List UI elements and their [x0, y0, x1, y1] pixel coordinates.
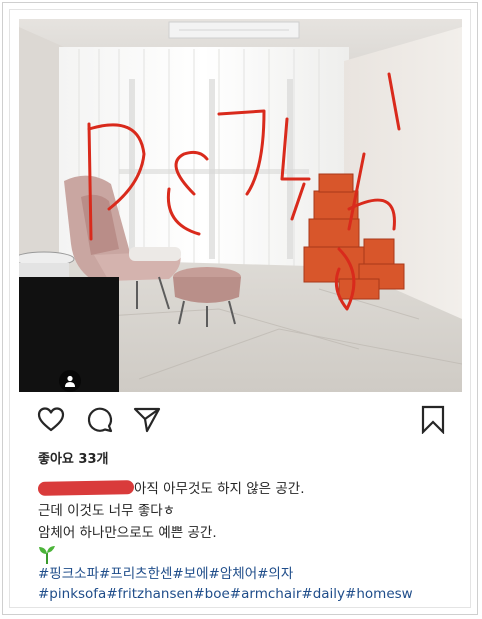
person-icon	[65, 375, 75, 387]
hashtags-korean[interactable]: #핑크소파#프리츠한센#보에#암체어#의자	[38, 564, 468, 584]
send-icon	[133, 407, 161, 433]
bookmark-icon	[421, 405, 445, 435]
share-button[interactable]	[132, 404, 162, 434]
hashtags-english[interactable]: #pinksofa#fritzhansen#boe#armchair#daily…	[38, 584, 468, 604]
likes-count[interactable]: 좋아요 33개	[38, 448, 108, 467]
caption-line-3: 암체어 하나만으로도 예쁜 공간.	[38, 525, 217, 541]
sprout-icon	[38, 544, 458, 566]
hashtags: #핑크소파#프리츠한센#보에#암체어#의자 #pinksofa#fritzhan…	[38, 564, 468, 604]
user-tag-button[interactable]	[59, 370, 81, 392]
post-photo[interactable]	[19, 19, 462, 392]
bookmark-button[interactable]	[418, 404, 448, 435]
comment-button[interactable]	[84, 404, 114, 434]
caption-text-1: 아직 아무것도 하지 않은 공간.	[134, 481, 305, 497]
heart-icon	[37, 407, 65, 432]
comment-icon	[87, 407, 113, 433]
redacted-username	[37, 480, 135, 496]
caption-line-1: 아직 아무것도 하지 않은 공간.	[37, 478, 458, 500]
room-illustration	[19, 19, 462, 392]
like-button[interactable]	[36, 404, 66, 434]
action-bar	[36, 404, 448, 438]
caption-line-2: 근데 이것도 너무 좋다ㅎ	[38, 503, 176, 519]
post-caption: 아직 아무것도 하지 않은 공간. 근데 이것도 너무 좋다ㅎ 암체어 하나만으…	[37, 478, 458, 566]
